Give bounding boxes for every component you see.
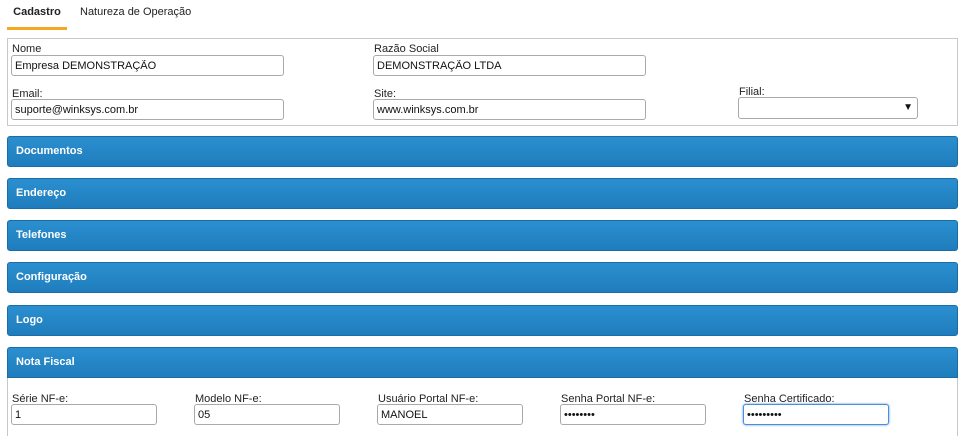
modelo-nfe-input[interactable] (194, 404, 340, 425)
tab-bar: Cadastro Natureza de Operação (0, 0, 972, 30)
nome-label: Nome (12, 43, 42, 55)
panel-configuracao[interactable]: Configuração (7, 262, 958, 293)
tab-natureza-de-operacao[interactable]: Natureza de Operação (80, 0, 200, 30)
senha-certificado-input[interactable] (743, 404, 889, 425)
serie-nfe-input[interactable] (11, 404, 157, 425)
senha-portal-input[interactable] (560, 404, 706, 425)
razao-social-label: Razão Social (374, 43, 439, 55)
panel-telefones[interactable]: Telefones (7, 220, 958, 251)
razao-social-input[interactable] (373, 55, 646, 76)
cadastro-form: Nome Razão Social Email: Site: Filial: ▼ (7, 38, 958, 126)
email-input[interactable] (11, 99, 284, 120)
tab-cadastro[interactable]: Cadastro (7, 0, 67, 30)
panel-logo[interactable]: Logo (7, 305, 958, 336)
panel-nota-fiscal[interactable]: Nota Fiscal (7, 347, 958, 378)
panel-endereco[interactable]: Endereço (7, 178, 958, 209)
usuario-portal-input[interactable] (377, 404, 523, 425)
nota-fiscal-form: Série NF-e: Modelo NF-e: Usuário Portal … (7, 378, 958, 436)
filial-select[interactable]: ▼ (738, 97, 918, 119)
panel-documentos[interactable]: Documentos (7, 136, 958, 167)
chevron-down-icon: ▼ (903, 102, 913, 113)
site-input[interactable] (373, 99, 646, 120)
nome-input[interactable] (11, 55, 284, 76)
